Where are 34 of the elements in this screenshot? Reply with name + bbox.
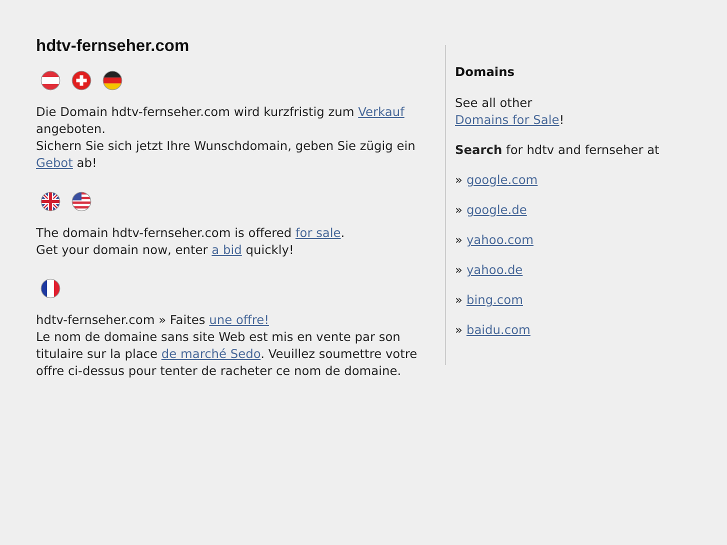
bullet-mark: » — [455, 263, 462, 277]
paragraph-text: The domain hdtv-fernseher.com is offered for sale. — [36, 225, 346, 242]
sidebar-heading: Domains — [455, 64, 516, 81]
paragraph-text: Le nom de domaine sans site Web est mis en vente par son titulaire sur la place de marché Sedo. Veuillez soumettre votre offre ci-dessus pour tenter de racheter ce nom de domaine. — [36, 329, 418, 380]
search-link[interactable]: yahoo.de — [466, 263, 523, 277]
link[interactable]: une offre! — [209, 313, 269, 327]
site-title: hdtv-fernseher.com — [36, 37, 190, 56]
search-link[interactable]: baidu.com — [466, 323, 530, 337]
link[interactable]: a bid — [212, 243, 242, 257]
search-link[interactable]: yahoo.com — [466, 233, 534, 247]
flag-icon[interactable] — [71, 191, 92, 212]
sidebar-text: Domains for Sale! — [455, 112, 566, 129]
link[interactable]: de marché Sedo — [161, 347, 261, 361]
paragraph-text: hdtv-fernseher.com » Faites une offre! — [36, 312, 270, 329]
bullet-mark: » — [455, 203, 462, 217]
bullet-mark: » — [455, 323, 462, 337]
bullet-mark: » — [455, 233, 462, 247]
search-link[interactable]: bing.com — [466, 293, 523, 307]
bullet-mark: » — [455, 293, 462, 307]
link[interactable]: Domains for Sale — [455, 113, 560, 127]
flag-icon[interactable] — [102, 70, 123, 91]
search-link[interactable]: google.de — [466, 203, 527, 217]
search-link[interactable]: google.com — [466, 173, 538, 187]
sidebar-text: See all other — [455, 95, 534, 112]
paragraph-text: Die Domain hdtv-fernseher.com wird kurzfristig zum Verkauf angeboten. — [36, 104, 406, 138]
paragraph-text: Get your domain now, enter a bid quickly! — [36, 242, 295, 259]
sidebar-text: Search for hdtv and fernseher at — [455, 142, 660, 159]
link[interactable]: Verkauf — [358, 105, 404, 119]
bullet-mark: » — [455, 173, 462, 187]
link[interactable]: for sale — [295, 226, 341, 240]
flag-icon[interactable] — [40, 278, 61, 299]
flag-icon[interactable] — [40, 191, 61, 212]
link[interactable]: Gebot — [36, 156, 73, 170]
paragraph-text: Sichern Sie sich jetzt Ihre Wunschdomain, geben Sie zügig ein Gebot ab! — [36, 138, 416, 172]
